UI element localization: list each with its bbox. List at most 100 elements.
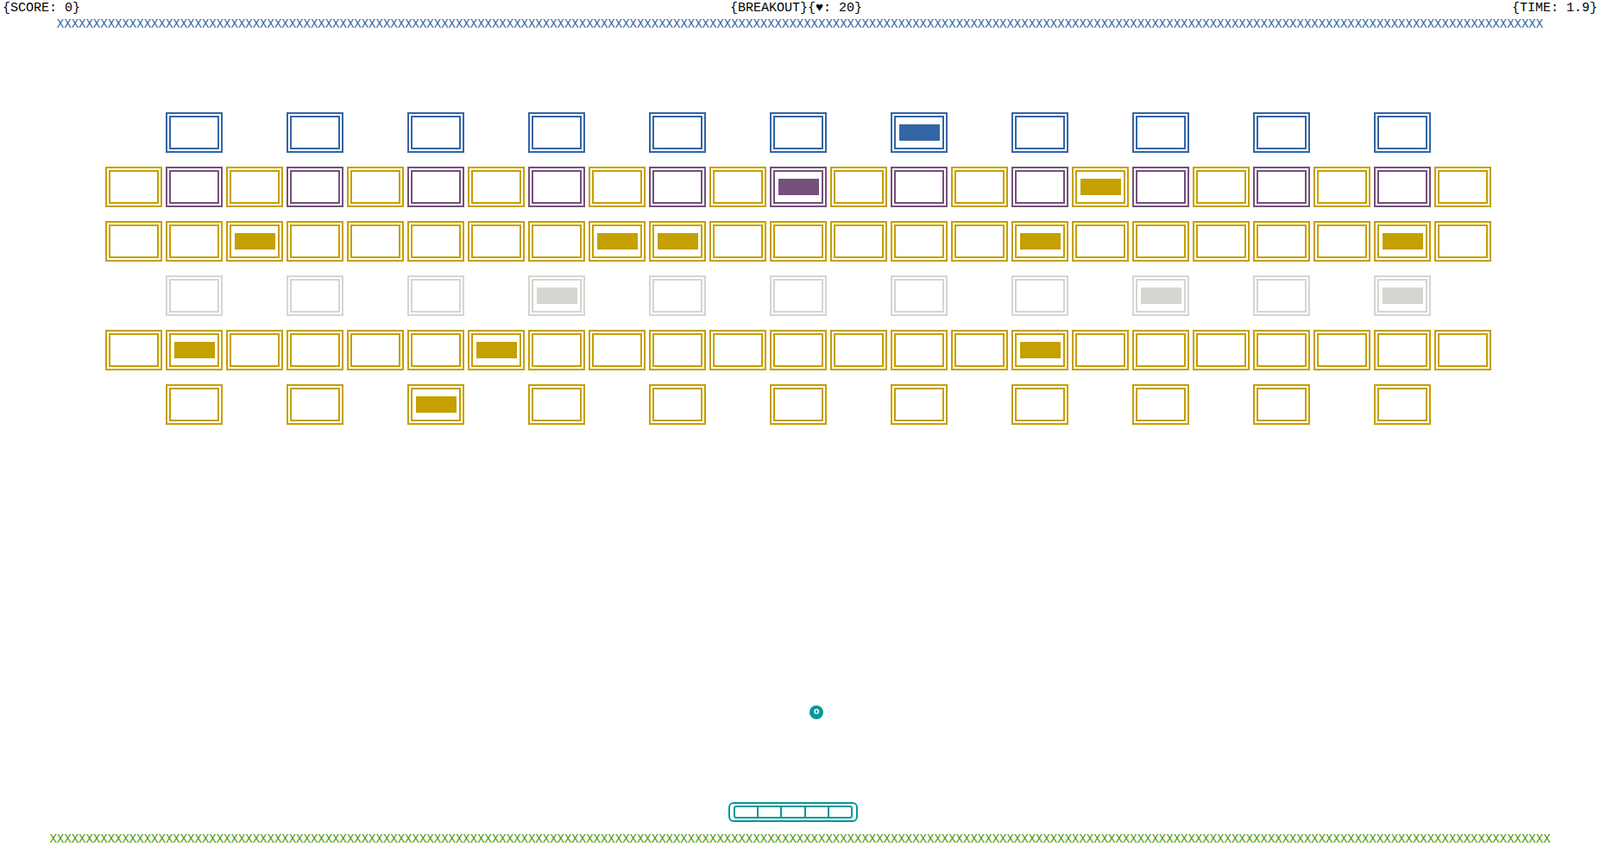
brick — [1373, 329, 1431, 371]
brick-frame — [830, 329, 888, 371]
brick — [165, 329, 223, 371]
brick-gap — [346, 384, 404, 425]
brick-fill — [597, 178, 638, 196]
brick — [769, 384, 827, 425]
brick-fill — [778, 233, 819, 250]
brick-fill — [1140, 396, 1182, 413]
brick-fill — [234, 341, 276, 359]
brick — [528, 384, 586, 425]
brick-fill — [1382, 341, 1424, 359]
brick-gap — [1434, 275, 1492, 316]
brick-frame — [1313, 166, 1371, 208]
brick-frame — [830, 220, 888, 262]
brick-gap — [830, 384, 888, 425]
brick-frame — [165, 220, 223, 262]
brick-frame — [709, 166, 767, 208]
brick — [1434, 329, 1492, 371]
brick — [890, 220, 948, 262]
paddle-segment — [780, 806, 804, 817]
brick-fill — [959, 233, 1001, 250]
brick-frame — [769, 220, 827, 262]
brick-frame — [1132, 112, 1190, 153]
brick-frame — [407, 112, 465, 153]
brick — [951, 329, 1008, 371]
brick-fill — [1261, 233, 1303, 250]
brick-frame — [1253, 384, 1311, 425]
brick-frame — [286, 329, 344, 371]
brick-fill — [295, 287, 336, 304]
brick-fill — [778, 287, 819, 304]
brick-frame — [528, 384, 586, 425]
brick — [1132, 112, 1190, 153]
brick-fill — [1261, 178, 1303, 196]
brick-fill — [1140, 287, 1182, 304]
brick-frame — [467, 329, 525, 371]
brick — [467, 220, 525, 262]
brick-frame — [407, 329, 465, 371]
brick-fill — [657, 124, 699, 141]
brick-gap — [1071, 275, 1129, 316]
brick-frame — [165, 329, 223, 371]
brick — [1313, 329, 1371, 371]
brick-fill — [174, 178, 215, 196]
brick-row — [105, 329, 1600, 371]
brick-frame — [890, 275, 948, 316]
brick-fill — [718, 233, 759, 250]
brick-frame — [1132, 384, 1190, 425]
brick — [890, 329, 948, 371]
brick — [407, 220, 465, 262]
brick-frame — [1011, 166, 1069, 208]
brick-fill — [1020, 341, 1061, 359]
brick-frame — [105, 329, 163, 371]
brick-frame — [769, 384, 827, 425]
brick-fill — [657, 178, 699, 196]
brick-gap — [1192, 384, 1250, 425]
brick-fill — [838, 341, 880, 359]
brick-frame — [105, 220, 163, 262]
brick — [951, 220, 1008, 262]
brick — [528, 329, 586, 371]
paddle-segment — [735, 806, 757, 817]
brick — [1132, 329, 1190, 371]
brick-frame — [528, 166, 586, 208]
brick — [1253, 329, 1311, 371]
brick-frame — [1011, 329, 1069, 371]
brick-frame — [1011, 220, 1069, 262]
brick — [1132, 166, 1190, 208]
brick-fill — [295, 396, 336, 413]
brick-fill — [597, 341, 638, 359]
brick-gap — [226, 275, 284, 316]
brick-fill — [1140, 124, 1182, 141]
brick-frame — [1192, 166, 1250, 208]
brick-fill — [1261, 396, 1303, 413]
brick-fill — [536, 396, 578, 413]
brick-fill — [657, 341, 699, 359]
brick-frame — [1253, 166, 1311, 208]
brick — [588, 329, 646, 371]
brick — [1313, 220, 1371, 262]
brick-gap — [830, 112, 888, 153]
brick-fill — [899, 341, 940, 359]
brick-row — [105, 275, 1600, 316]
brick — [105, 220, 163, 262]
brick-row — [105, 112, 1600, 153]
brick-fill — [1201, 233, 1242, 250]
game-title: {BREAKOUT} — [730, 0, 808, 18]
brick-fill — [415, 178, 457, 196]
brick — [1192, 220, 1250, 262]
brick-gap — [1313, 275, 1371, 316]
brick — [769, 329, 827, 371]
brick-gap — [1192, 112, 1250, 153]
brick — [1253, 166, 1311, 208]
brick — [165, 220, 223, 262]
brick — [467, 166, 525, 208]
brick — [709, 220, 767, 262]
brick-frame — [648, 275, 706, 316]
brick-gap — [1071, 384, 1129, 425]
brick-fill — [899, 287, 940, 304]
brick-fill — [113, 341, 155, 359]
brick-fill — [1080, 178, 1122, 196]
brick-gap — [467, 275, 525, 316]
brick — [1071, 166, 1129, 208]
paddle[interactable] — [728, 801, 858, 822]
